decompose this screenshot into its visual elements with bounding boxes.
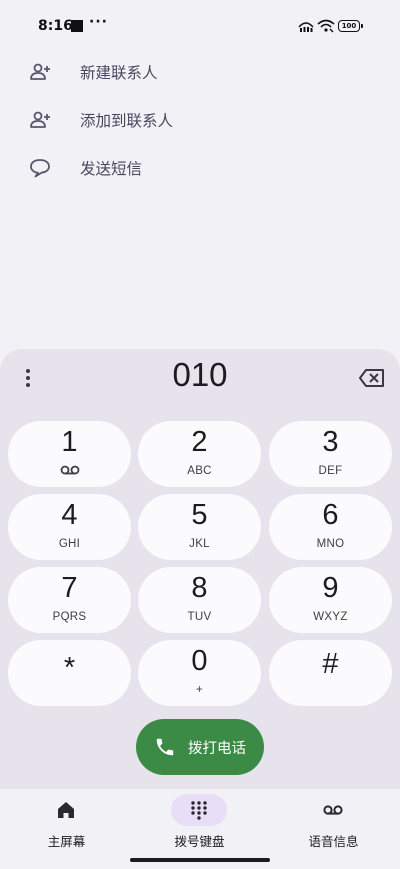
key-5[interactable]: 5 JKL — [138, 494, 261, 560]
key-star[interactable]: * — [8, 640, 131, 706]
more-notifications-icon: ··· — [89, 14, 108, 30]
key-hash[interactable]: # — [269, 640, 392, 706]
key-digit: 4 — [61, 499, 78, 531]
add-to-contact-action[interactable]: 添加到联系人 — [0, 98, 400, 142]
send-message-label: 发送短信 — [80, 160, 143, 178]
bottom-navigation: 主屏幕 拨号键盘 语音信息 — [0, 789, 400, 869]
key-digit: 0 — [191, 645, 208, 677]
key-4[interactable]: 4 GHI — [8, 494, 131, 560]
key-letters: DEF — [318, 465, 343, 477]
key-digit: # — [322, 648, 339, 680]
status-time: 8:16 — [38, 18, 73, 34]
key-letters: JKL — [189, 538, 210, 550]
nav-dialpad-label: 拨号键盘 — [174, 834, 225, 849]
nav-home[interactable]: 主屏幕 — [0, 789, 133, 859]
key-9[interactable]: 9 WXYZ — [269, 567, 392, 633]
key-letters: GHI — [58, 538, 81, 550]
key-digit: 1 — [61, 426, 78, 458]
status-indicators: 100 — [298, 19, 363, 33]
key-digit: 7 — [61, 572, 78, 604]
new-contact-label: 新建联系人 — [80, 64, 158, 82]
key-7[interactable]: 7 PQRS — [8, 567, 131, 633]
backspace-icon[interactable] — [358, 366, 386, 390]
add-person-icon — [30, 111, 50, 128]
call-button[interactable]: 拨打电话 — [136, 719, 264, 775]
phone-icon — [156, 738, 174, 756]
more-options-icon[interactable] — [16, 366, 40, 390]
key-letters: + — [195, 684, 204, 696]
nav-home-label: 主屏幕 — [47, 834, 86, 849]
key-6[interactable]: 6 MNO — [269, 494, 392, 560]
new-contact-action[interactable]: 新建联系人 — [0, 50, 400, 94]
call-button-label: 拨打电话 — [188, 741, 246, 757]
key-digit: 5 — [191, 499, 208, 531]
voicemail-icon — [60, 465, 80, 475]
signal-icon — [298, 22, 314, 32]
notification-square-icon — [71, 20, 83, 32]
home-icon — [58, 802, 74, 818]
key-digit: 9 — [322, 572, 339, 604]
key-letters: TUV — [187, 611, 212, 623]
nav-dialpad[interactable]: 拨号键盘 — [133, 789, 266, 859]
key-3[interactable]: 3 DEF — [269, 421, 392, 487]
key-digit: 8 — [191, 572, 208, 604]
key-digit: 3 — [322, 426, 339, 458]
key-0[interactable]: 0 + — [138, 640, 261, 706]
add-to-contact-label: 添加到联系人 — [80, 112, 174, 130]
home-indicator[interactable] — [130, 858, 270, 862]
key-letters: ABC — [187, 465, 212, 477]
voicemail-icon — [323, 805, 343, 815]
dialed-number-field[interactable]: 010 — [100, 356, 300, 394]
battery-icon: 100 — [338, 20, 363, 32]
send-message-action[interactable]: 发送短信 — [0, 146, 400, 190]
key-1[interactable]: 1 — [8, 421, 131, 487]
status-bar: 8:16 ··· 100 — [0, 0, 400, 52]
nav-voicemail-label: 语音信息 — [308, 834, 359, 849]
key-2[interactable]: 2 ABC — [138, 421, 261, 487]
key-letters: WXYZ — [313, 611, 348, 623]
key-digit: 6 — [322, 499, 339, 531]
key-letters: PQRS — [52, 611, 87, 623]
dialpad-icon — [191, 801, 207, 820]
key-digit: * — [63, 652, 76, 684]
nav-voicemail[interactable]: 语音信息 — [267, 789, 400, 859]
add-person-icon — [30, 63, 50, 80]
key-8[interactable]: 8 TUV — [138, 567, 261, 633]
message-icon — [30, 159, 50, 178]
key-digit: 2 — [191, 426, 208, 458]
key-letters: MNO — [316, 538, 345, 550]
wifi-icon — [317, 19, 335, 33]
